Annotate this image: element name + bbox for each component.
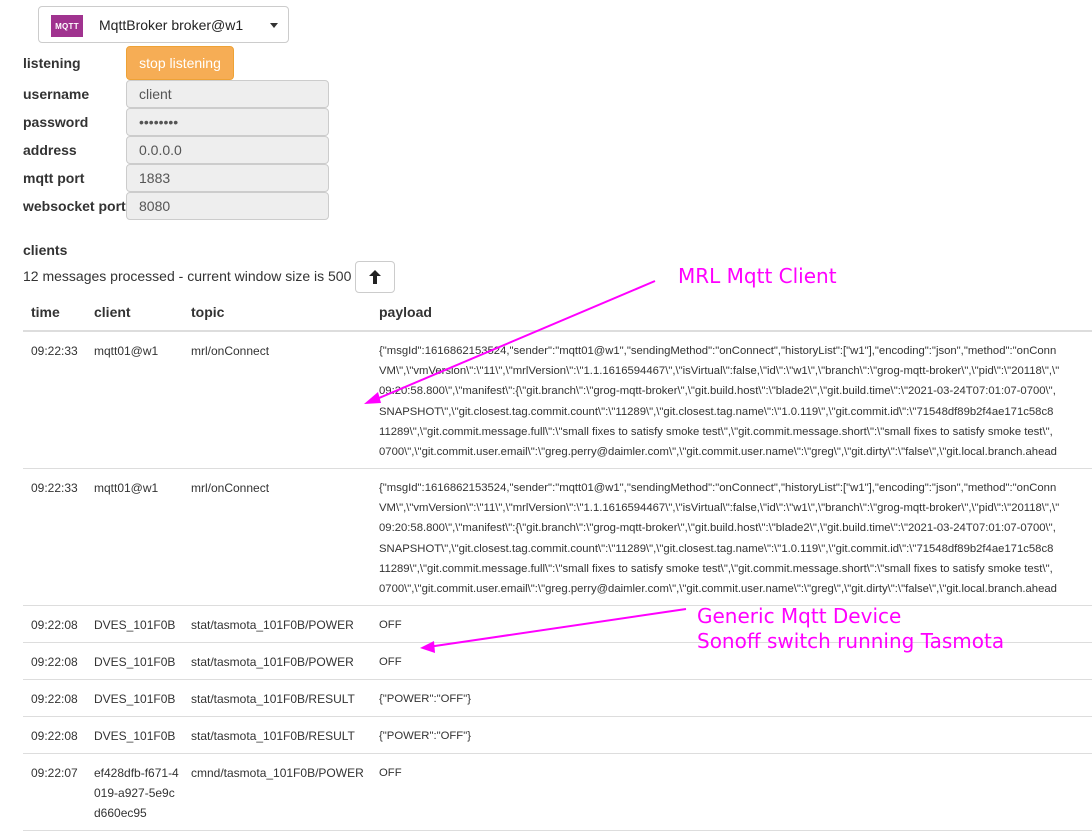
cell-time: 09:22:33 [31, 344, 78, 358]
cell-payload: {"POWER":"OFF"} [379, 726, 1092, 746]
cell-client: DVES_101F0B [94, 729, 176, 743]
service-name: MqttBroker broker@w1 [99, 17, 244, 33]
websocket-port-field[interactable]: 8080 [126, 192, 329, 220]
table-header-divider [23, 330, 1092, 332]
cell-topic: stat/tasmota_101F0B/RESULT [191, 729, 355, 743]
cell-topic: cmnd/tasmota_101F0B/POWER [191, 766, 364, 780]
cell-payload: OFF [379, 763, 1092, 783]
address-field[interactable]: 0.0.0.0 [126, 136, 329, 164]
payload-line: 11289\",\"git.commit.message.full\":\"sm… [379, 562, 1053, 575]
payload-line: {"msgId":1616862153524,"sender":"mqtt01@… [379, 482, 1057, 494]
payload-line: OFF [379, 767, 402, 779]
row-divider [23, 468, 1092, 469]
row-divider [23, 679, 1092, 680]
payload-line: 0700\",\"git.commit.user.email\":\"greg.… [379, 583, 1057, 596]
username-label: username [23, 86, 90, 102]
cell-client: DVES_101F0B [94, 692, 176, 706]
payload-line: {"POWER":"OFF"} [379, 693, 471, 705]
cell-client: ef428dfb-f671-4019-a927-5e9cd660ec95 [94, 766, 179, 820]
address-label: address [23, 142, 77, 158]
payload-line: VM\",\"vmVersion\":\"11\",\"mrlVersion\"… [379, 365, 1060, 378]
mqtt-logo-icon: MQTT [51, 15, 83, 37]
payload-line: 0700\",\"git.commit.user.email\":\"greg.… [379, 446, 1057, 459]
mqtt-port-field[interactable]: 1883 [126, 164, 329, 192]
cell-time: 09:22:08 [31, 655, 78, 669]
cell-time: 09:22:08 [31, 618, 78, 632]
chevron-down-icon [270, 23, 278, 28]
arrow-up-icon [369, 270, 381, 284]
payload-line: SNAPSHOT\",\"git.closest.tag.commit.coun… [379, 405, 1054, 418]
column-header-payload: payload [379, 304, 432, 320]
payload-line: 09:20:58.800\",\"manifest\":{\"git.branc… [379, 385, 1056, 398]
payload-line: {"POWER":"OFF"} [379, 730, 471, 742]
stop-listening-button[interactable]: stop listening [126, 46, 234, 80]
scroll-up-button[interactable] [355, 261, 395, 293]
row-divider [23, 716, 1092, 717]
cell-payload: OFF [379, 652, 1092, 672]
generic-device-annotation-line2: Sonoff switch running Tasmota [697, 629, 1005, 653]
cell-payload: {"msgId":1616862153524,"sender":"mqtt01@… [379, 341, 1092, 462]
column-header-topic: topic [191, 304, 225, 320]
payload-line: 11289\",\"git.commit.message.full\":\"sm… [379, 425, 1053, 438]
mrl-client-annotation: MRL Mqtt Client [678, 264, 837, 288]
column-header-client: client [94, 304, 131, 320]
cell-topic: stat/tasmota_101F0B/RESULT [191, 692, 355, 706]
generic-device-annotation-line1: Generic Mqtt Device [697, 604, 902, 628]
row-divider [23, 605, 1092, 606]
cell-client: mqtt01@w1 [94, 481, 159, 495]
clients-heading: clients [23, 242, 68, 258]
row-divider [23, 753, 1092, 754]
column-header-time: time [31, 304, 60, 320]
payload-line: OFF [379, 656, 402, 668]
cell-client: DVES_101F0B [94, 655, 176, 669]
service-selector[interactable]: MQTT MqttBroker broker@w1 [38, 6, 289, 43]
cell-client: mqtt01@w1 [94, 344, 159, 358]
cell-time: 09:22:07 [31, 766, 78, 780]
cell-payload: {"msgId":1616862153524,"sender":"mqtt01@… [379, 478, 1092, 599]
mqtt-port-label: mqtt port [23, 170, 85, 186]
cell-topic: stat/tasmota_101F0B/POWER [191, 655, 354, 669]
cell-topic: stat/tasmota_101F0B/POWER [191, 618, 354, 632]
listening-label: listening [23, 55, 81, 71]
payload-line: SNAPSHOT\",\"git.closest.tag.commit.coun… [379, 542, 1054, 555]
cell-payload: {"POWER":"OFF"} [379, 689, 1092, 709]
payload-line: {"msgId":1616862153524,"sender":"mqtt01@… [379, 345, 1057, 357]
username-field[interactable]: client [126, 80, 329, 108]
cell-time: 09:22:08 [31, 692, 78, 706]
websocket-port-label: websocket port [23, 198, 126, 214]
payload-line: VM\",\"vmVersion\":\"11\",\"mrlVersion\"… [379, 502, 1060, 515]
cell-topic: mrl/onConnect [191, 481, 270, 495]
row-divider [23, 830, 1092, 831]
cell-time: 09:22:33 [31, 481, 78, 495]
cell-client: DVES_101F0B [94, 618, 176, 632]
cell-time: 09:22:08 [31, 729, 78, 743]
password-field[interactable]: •••••••• [126, 108, 329, 136]
cell-topic: mrl/onConnect [191, 344, 270, 358]
password-label: password [23, 114, 89, 130]
payload-line: 09:20:58.800\",\"manifest\":{\"git.branc… [379, 522, 1056, 535]
messages-status: 12 messages processed - current window s… [23, 268, 352, 284]
